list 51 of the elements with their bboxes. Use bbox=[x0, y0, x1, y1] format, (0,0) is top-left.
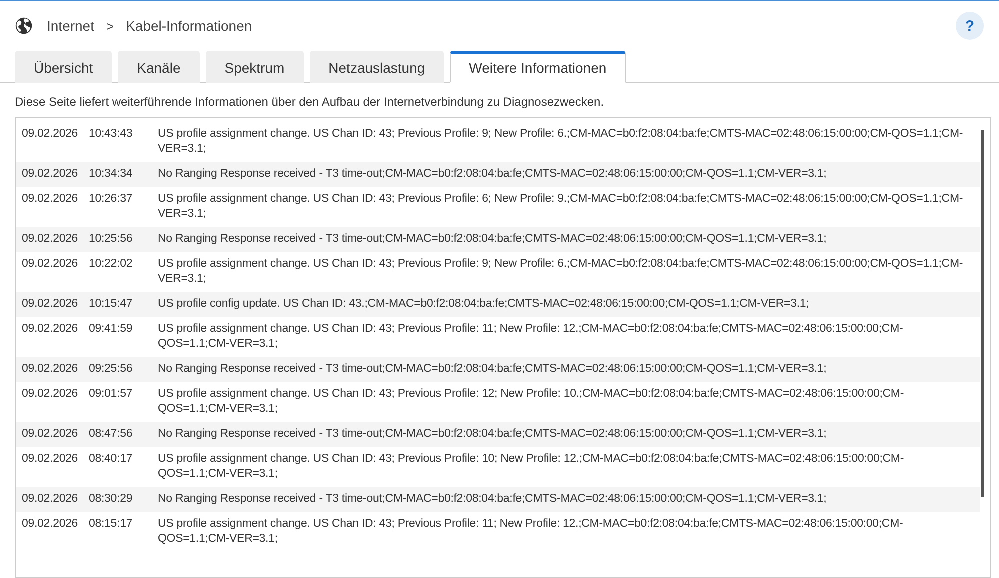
scrollbar-thumb[interactable] bbox=[981, 130, 984, 497]
log-message: No Ranging Response received - T3 time-out;CM-MAC=b0:f2:08:04:ba:fe;CMTS-MAC=02:48:06:15:00:00;CM-QOS=1.1;CM-VER=3.1; bbox=[158, 167, 828, 182]
help-button[interactable]: ? bbox=[956, 12, 984, 40]
log-message: No Ranging Response received - T3 time-out;CM-MAC=b0:f2:08:04:ba:fe;CMTS-MAC=02:48:06:15:00:00;CM-QOS=1.1;CM-VER=3.1; bbox=[158, 427, 828, 442]
log-date: 09.02.2026 bbox=[22, 257, 80, 272]
log-date: 09.02.2026 bbox=[22, 427, 80, 442]
log-time: 08:30:29 bbox=[89, 492, 134, 507]
log-message: US profile assignment change. US Chan ID: 43; Previous Profile: 11; New Profile: 12.;CM-MAC=b0:f2:08:04:ba:fe;CMTS-MAC=02:48:06:15:00:00;CM-QOS=1.1;CM-VER=3.1; bbox=[158, 322, 904, 352]
log-time: 08:47:56 bbox=[89, 427, 134, 442]
log-date: 09.02.2026 bbox=[22, 297, 80, 312]
log-date: 09.02.2026 bbox=[22, 452, 80, 467]
log-date: 09.02.2026 bbox=[22, 127, 80, 142]
log-message: No Ranging Response received - T3 time-out;CM-MAC=b0:f2:08:04:ba:fe;CMTS-MAC=02:48:06:15:00:00;CM-QOS=1.1;CM-VER=3.1; bbox=[158, 232, 828, 247]
breadcrumb-link[interactable]: Internet bbox=[47, 18, 94, 34]
log-time: 10:26:37 bbox=[89, 192, 134, 207]
log-time: 10:43:43 bbox=[89, 127, 134, 142]
log-date: 09.02.2026 bbox=[22, 167, 80, 182]
tab[interactable]: Weitere Informationen bbox=[450, 51, 626, 83]
log-time: 10:25:56 bbox=[89, 232, 134, 247]
log-time: 08:40:17 bbox=[89, 452, 134, 467]
tab[interactable]: Übersicht bbox=[15, 51, 112, 83]
tab[interactable]: Netzauslastung bbox=[310, 51, 444, 83]
log-date: 09.02.2026 bbox=[22, 492, 80, 507]
log-time: 09:01:57 bbox=[89, 387, 134, 402]
log-time: 10:34:34 bbox=[89, 167, 134, 182]
log-date: 09.02.2026 bbox=[22, 232, 80, 247]
log-message: US profile assignment change. US Chan ID: 43; Previous Profile: 10; New Profile: 12.;CM-MAC=b0:f2:08:04:ba:fe;CMTS-MAC=02:48:06:15:00:00;CM-QOS=1.1;CM-VER=3.1; bbox=[158, 452, 906, 482]
log-message: US profile assignment change. US Chan ID: 43; Previous Profile: 6; New Profile: 9.;CM-MAC=b0:f2:08:04:ba:fe;CMTS-MAC=02:48:06:15:00:00;CM-QOS=1.1;CM-VER=3.1; bbox=[158, 192, 964, 222]
breadcrumb-separator: > bbox=[106, 18, 114, 34]
globe-icon bbox=[15, 17, 33, 35]
log-time: 10:22:02 bbox=[89, 257, 134, 272]
log-date: 09.02.2026 bbox=[22, 322, 80, 337]
log-date: 09.02.2026 bbox=[22, 192, 80, 207]
log-date: 09.02.2026 bbox=[22, 362, 80, 377]
log-time: 09:25:56 bbox=[89, 362, 134, 377]
log-date: 09.02.2026 bbox=[22, 387, 80, 402]
log-time: 08:15:17 bbox=[89, 517, 134, 532]
log-date: 09.02.2026 bbox=[22, 517, 80, 532]
log-time: 09:41:59 bbox=[89, 322, 134, 337]
log-message: US profile assignment change. US Chan ID: 43; Previous Profile: 9; New Profile: 6.;CM-MAC=b0:f2:08:04:ba:fe;CMTS-MAC=02:48:06:15:00:00;CM-QOS=1.1;CM-VER=3.1; bbox=[158, 127, 964, 157]
log-message: US profile assignment change. US Chan ID: 43; Previous Profile: 12; New Profile: 10.;CM-MAC=b0:f2:08:04:ba:fe;CMTS-MAC=02:48:06:15:00:00;CM-QOS=1.1;CM-VER=3.1; bbox=[158, 387, 906, 417]
tab[interactable]: Spektrum bbox=[206, 51, 304, 83]
log-time: 10:15:47 bbox=[89, 297, 134, 312]
log-message: US profile assignment change. US Chan ID: 43; Previous Profile: 11; New Profile: 12.;CM-MAC=b0:f2:08:04:ba:fe;CMTS-MAC=02:48:06:15:00:00;CM-QOS=1.1;CM-VER=3.1; bbox=[158, 517, 904, 547]
breadcrumb-link[interactable]: Kabel-Informationen bbox=[126, 18, 252, 34]
log-message: US profile assignment change. US Chan ID: 43; Previous Profile: 9; New Profile: 6.;CM-MAC=b0:f2:08:04:ba:fe;CMTS-MAC=02:48:06:15:00:00;CM-QOS=1.1;CM-VER=3.1; bbox=[158, 257, 964, 287]
log-message: No Ranging Response received - T3 time-out;CM-MAC=b0:f2:08:04:ba:fe;CMTS-MAC=02:48:06:15:00:00;CM-QOS=1.1;CM-VER=3.1; bbox=[158, 362, 828, 377]
tab[interactable]: Kanäle bbox=[118, 51, 200, 83]
log-message: US profile config update. US Chan ID: 43.;CM-MAC=b0:f2:08:04:ba:fe;CMTS-MAC=02:48:06:15:00:00;CM-QOS=1.1;CM-VER=3.1; bbox=[158, 297, 810, 312]
log-message: No Ranging Response received - T3 time-out;CM-MAC=b0:f2:08:04:ba:fe;CMTS-MAC=02:48:06:15:00:00;CM-QOS=1.1;CM-VER=3.1; bbox=[158, 492, 828, 507]
description-text: Diese Seite liefert weiterführende Informationen über den Aufbau der Internetverbindung zu Diagnosezwecken. bbox=[15, 95, 606, 109]
